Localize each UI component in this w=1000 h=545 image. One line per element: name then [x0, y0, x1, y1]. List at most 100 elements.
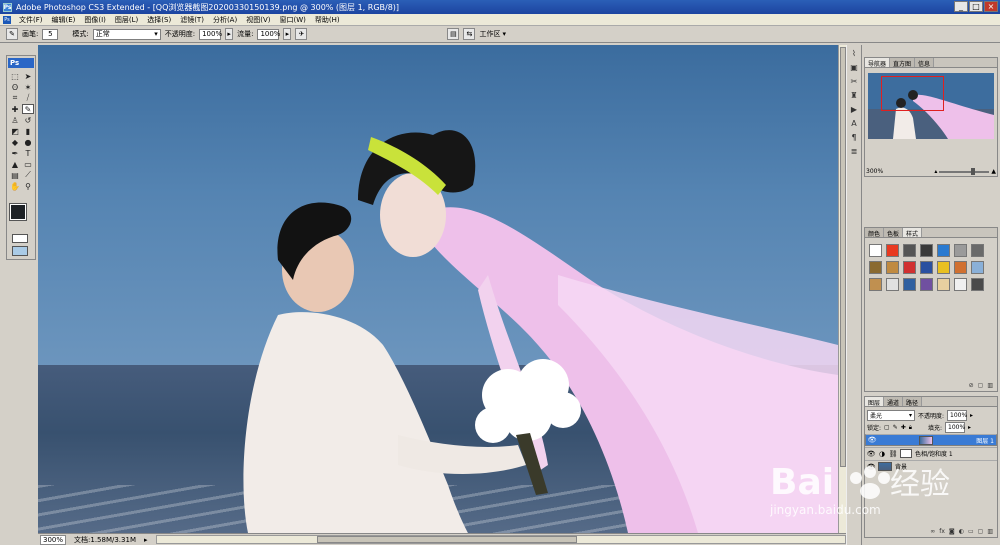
- style-swatch[interactable]: [954, 261, 967, 274]
- slice-tool-icon[interactable]: ⧸: [22, 93, 34, 103]
- style-swatch[interactable]: [869, 244, 882, 257]
- style-swatch[interactable]: [886, 244, 899, 257]
- zoom-out-icon[interactable]: ▴: [934, 168, 937, 175]
- style-swatch[interactable]: [920, 278, 933, 291]
- opacity-slider-toggle[interactable]: ▸: [225, 28, 234, 40]
- style-swatch[interactable]: [886, 278, 899, 291]
- menu-file[interactable]: 文件(F): [18, 15, 44, 25]
- menu-filter[interactable]: 滤镜(T): [179, 15, 205, 25]
- style-swatch[interactable]: [954, 278, 967, 291]
- tab-color[interactable]: 颜色: [865, 228, 885, 238]
- quick-mask-button[interactable]: [12, 234, 28, 243]
- layer-row[interactable]: 👁︎ 图层 1: [865, 434, 997, 446]
- zoom-tool-icon[interactable]: ⚲: [22, 181, 34, 191]
- style-swatch[interactable]: [954, 244, 967, 257]
- lock-pixels-icon[interactable]: ✎: [893, 424, 898, 431]
- navigator-zoom-value[interactable]: 300%: [866, 168, 883, 175]
- menu-layer[interactable]: 图层(L): [114, 15, 139, 25]
- screen-mode-button[interactable]: [12, 246, 28, 256]
- horizontal-scroll-thumb[interactable]: [316, 536, 577, 543]
- lock-position-icon[interactable]: ✚: [901, 424, 906, 431]
- tab-styles[interactable]: 样式: [903, 228, 923, 238]
- document-canvas[interactable]: [38, 45, 838, 533]
- new-style-icon[interactable]: ▢: [978, 382, 984, 391]
- brushes-icon[interactable]: ⌇: [848, 47, 860, 59]
- marquee-tool-icon[interactable]: ⬚: [9, 71, 21, 81]
- mode-select[interactable]: 正常 ▾: [92, 28, 161, 40]
- tab-swatches[interactable]: 色板: [884, 228, 904, 238]
- dodge-tool-icon[interactable]: ●: [22, 137, 34, 147]
- notes-tool-icon[interactable]: ▤: [9, 170, 21, 180]
- style-swatch[interactable]: [886, 261, 899, 274]
- magic-wand-icon[interactable]: ✶: [22, 82, 34, 92]
- status-menu-arrow-icon[interactable]: ▸: [144, 536, 148, 544]
- layer-opacity-input[interactable]: 100%: [947, 410, 967, 421]
- fill-arrow-icon[interactable]: ▸: [968, 424, 971, 431]
- style-swatch[interactable]: [937, 244, 950, 257]
- shape-tool-icon[interactable]: ▭: [22, 159, 34, 169]
- clone-stamp-icon[interactable]: ♙: [9, 115, 21, 125]
- eye-icon[interactable]: 👁︎: [868, 436, 877, 444]
- eye-icon[interactable]: 👁︎: [867, 450, 876, 458]
- character-icon[interactable]: A: [848, 117, 860, 129]
- style-swatch[interactable]: [971, 244, 984, 257]
- blend-mode-select[interactable]: 柔光 ▾: [867, 410, 915, 421]
- crop-tool-icon[interactable]: ⌗: [9, 93, 21, 103]
- delete-layer-icon[interactable]: ▥: [987, 528, 993, 537]
- clear-style-icon[interactable]: ⊘: [969, 382, 974, 391]
- new-layer-icon[interactable]: ▢: [978, 528, 984, 537]
- style-swatch[interactable]: [920, 261, 933, 274]
- style-swatch[interactable]: [903, 278, 916, 291]
- gradient-tool-icon[interactable]: ▮: [22, 126, 34, 136]
- menu-window[interactable]: 窗口(W): [278, 15, 306, 25]
- lock-transparency-icon[interactable]: ▢: [884, 424, 890, 431]
- link-layers-icon[interactable]: ∞: [930, 528, 935, 537]
- horizontal-scrollbar[interactable]: [155, 535, 846, 544]
- layer-comps-icon[interactable]: ≣: [848, 145, 860, 157]
- layer-style-icon[interactable]: fx: [939, 528, 945, 537]
- delete-style-icon[interactable]: ▥: [987, 382, 993, 391]
- style-swatch[interactable]: [869, 261, 882, 274]
- brush-size-picker[interactable]: 5: [42, 28, 59, 40]
- style-swatch[interactable]: [971, 261, 984, 274]
- menu-edit[interactable]: 编辑(E): [51, 15, 77, 25]
- style-swatch[interactable]: [903, 244, 916, 257]
- tab-paths[interactable]: 路径: [903, 397, 923, 407]
- tab-channels[interactable]: 通道: [884, 397, 904, 407]
- navigator-view-box[interactable]: [881, 76, 944, 111]
- type-tool-icon[interactable]: T: [22, 148, 34, 158]
- style-swatch[interactable]: [937, 278, 950, 291]
- tab-histogram[interactable]: 直方图: [890, 58, 916, 68]
- pen-tool-icon[interactable]: ✒: [9, 148, 21, 158]
- brush-tool-icon[interactable]: ✎: [22, 104, 34, 114]
- lasso-tool-icon[interactable]: ʘ: [9, 82, 21, 92]
- minimize-button[interactable]: _: [954, 1, 968, 12]
- flow-input[interactable]: 100%: [257, 28, 280, 40]
- history-brush-icon[interactable]: ↺: [22, 115, 34, 125]
- lock-all-icon[interactable]: 🔒︎: [909, 424, 912, 432]
- menu-image[interactable]: 图像(I): [83, 15, 107, 25]
- path-select-icon[interactable]: ▲: [9, 159, 21, 169]
- style-swatch[interactable]: [920, 244, 933, 257]
- style-swatch[interactable]: [869, 278, 882, 291]
- opacity-input[interactable]: 100%: [199, 28, 222, 40]
- menu-analysis[interactable]: 分析(A): [212, 15, 238, 25]
- actions-icon[interactable]: ▶: [848, 103, 860, 115]
- move-tool-icon[interactable]: ➤: [22, 71, 34, 81]
- close-button[interactable]: ×: [984, 1, 998, 12]
- eraser-tool-icon[interactable]: ◩: [9, 126, 21, 136]
- zoom-in-icon[interactable]: ▲: [991, 168, 996, 175]
- foreground-color[interactable]: [9, 203, 27, 221]
- style-swatch[interactable]: [937, 261, 950, 274]
- zoom-field[interactable]: 300%: [40, 534, 67, 545]
- maximize-button[interactable]: □: [969, 1, 983, 12]
- blur-tool-icon[interactable]: ◆: [9, 137, 21, 147]
- style-swatch[interactable]: [971, 278, 984, 291]
- healing-brush-icon[interactable]: ✚: [9, 104, 21, 114]
- clone-source-icon[interactable]: ✂: [848, 75, 860, 87]
- history-icon[interactable]: ♜: [848, 89, 860, 101]
- paragraph-icon[interactable]: ¶: [848, 131, 860, 143]
- flow-slider-toggle[interactable]: ▸: [283, 28, 292, 40]
- tab-layers[interactable]: 图层: [865, 397, 885, 407]
- brush-tool-preset-icon[interactable]: ✎: [6, 28, 18, 40]
